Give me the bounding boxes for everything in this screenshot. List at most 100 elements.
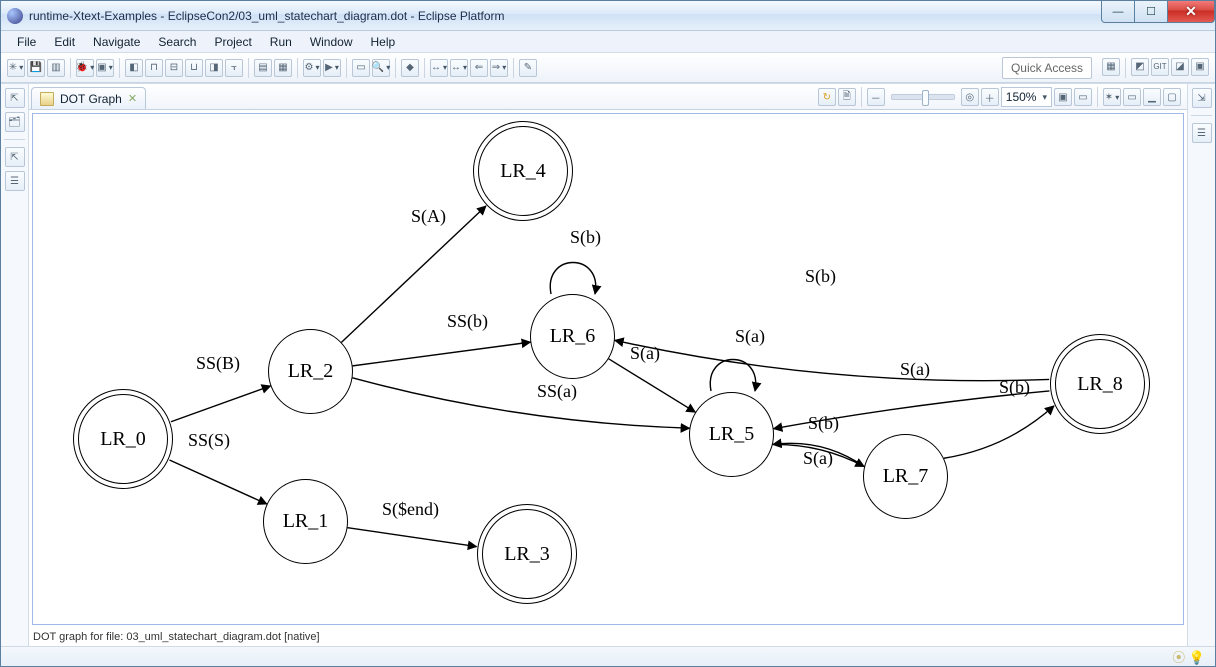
java-perspective-icon[interactable]: ▣ <box>1191 58 1209 76</box>
edge-LR_2-LR_5 <box>353 378 690 428</box>
tab-close-icon[interactable]: ✕ <box>128 92 137 105</box>
zoom-in-icon[interactable]: ＋ <box>981 88 999 106</box>
workarea: ⇱ 🗂 ⇱ ☰ DOT Graph ✕ ↻ 🗎 － ◎ <box>1 83 1215 646</box>
maximize-view-icon[interactable]: ▢ <box>1163 88 1181 106</box>
menu-help[interactable]: Help <box>363 33 404 51</box>
external-tools-icon[interactable]: ⚙ <box>303 59 321 77</box>
new-dropdown-icon[interactable]: ✳ <box>7 59 25 77</box>
align-center-h-icon[interactable]: ⊟ <box>165 59 183 77</box>
restore-view2-icon[interactable]: ⇱ <box>5 147 25 167</box>
zoom-combo[interactable]: 150% <box>1001 87 1052 107</box>
debug-perspective-icon[interactable]: ◪ <box>1171 58 1189 76</box>
refresh-icon[interactable]: ↻ <box>818 88 836 106</box>
pin-icon[interactable]: ✎ <box>519 59 537 77</box>
graph-node-LR_3[interactable]: LR_3 <box>482 509 572 599</box>
edge-label-LR_7-LR_8: S(b) <box>999 377 1030 398</box>
right-trim: ⇲ ☰ <box>1187 84 1215 646</box>
edge-label-LR_1-LR_3: S($end) <box>382 499 439 520</box>
toggle-mark-icon[interactable]: ◆ <box>401 59 419 77</box>
align-right-icon[interactable]: ◨ <box>205 59 223 77</box>
edge-LR_6-LR_5 <box>609 359 696 412</box>
eclipse-icon <box>7 8 23 24</box>
outline-view-icon[interactable]: ☰ <box>5 171 25 191</box>
package-explorer-icon[interactable]: 🗂 <box>5 112 25 132</box>
edge-label-LR_5-LR_5: S(a) <box>735 326 765 347</box>
edge-label-LR_2-LR_5: SS(a) <box>537 381 577 402</box>
edge-label-LR_7-LR_5: S(a) <box>803 448 833 469</box>
link-editor-icon[interactable]: ▭ <box>1123 88 1141 106</box>
open-type-icon[interactable]: ▭ <box>352 59 370 77</box>
graph-node-LR_1[interactable]: LR_1 <box>263 479 348 564</box>
plugin-perspective-icon[interactable]: ◩ <box>1131 58 1149 76</box>
zoom-width-icon[interactable]: ▭ <box>1074 88 1092 106</box>
run-dropdown-icon[interactable]: ▣ <box>96 59 114 77</box>
outline-right-icon[interactable]: ☰ <box>1192 123 1212 143</box>
align-top-icon[interactable]: ⊓ <box>145 59 163 77</box>
graph-node-LR_7[interactable]: LR_7 <box>863 434 948 519</box>
tip-icon[interactable]: ⦿ 💡 <box>1172 647 1205 666</box>
graph-node-LR_6[interactable]: LR_6 <box>530 294 615 379</box>
menu-search[interactable]: Search <box>150 33 204 51</box>
quick-access-field[interactable]: Quick Access <box>1002 57 1092 79</box>
align-left-icon[interactable]: ◧ <box>125 59 143 77</box>
eclipse-window: runtime-Xtext-Examples - EclipseCon2/03_… <box>0 0 1216 667</box>
graph-node-LR_0[interactable]: LR_0 <box>78 394 168 484</box>
save-icon[interactable]: 💾 <box>27 59 45 77</box>
open-perspective-icon[interactable]: ▦ <box>1102 58 1120 76</box>
edge-LR_7-LR_8 <box>944 406 1054 458</box>
minimize-button[interactable]: — <box>1101 1 1135 23</box>
edge-LR_0-LR_1 <box>169 460 266 504</box>
menu-file[interactable]: File <box>9 33 44 51</box>
maximize-button[interactable]: ☐ <box>1134 1 1168 23</box>
restore-view-icon[interactable]: ⇱ <box>5 88 25 108</box>
distribute-v-icon[interactable]: ▦ <box>274 59 292 77</box>
history-dropdown-icon[interactable]: ⇒ <box>490 59 508 77</box>
titlebar[interactable]: runtime-Xtext-Examples - EclipseCon2/03_… <box>1 1 1215 31</box>
edge-label-LR_0-LR_1: SS(S) <box>188 430 230 451</box>
menu-edit[interactable]: Edit <box>46 33 83 51</box>
nav-back-dropdown-icon[interactable]: ↔ <box>430 59 448 77</box>
edge-label-LR_2-LR_6: SS(b) <box>447 311 488 332</box>
align-center-v-icon[interactable]: ⫟ <box>225 59 243 77</box>
edge-label-LR_8-LR_6: S(b) <box>805 266 836 287</box>
align-bottom-icon[interactable]: ⊔ <box>185 59 203 77</box>
zoom-fit-icon[interactable]: ◎ <box>961 88 979 106</box>
menu-project[interactable]: Project <box>206 33 259 51</box>
zoom-out-icon[interactable]: － <box>867 88 885 106</box>
edge-LR_0-LR_2 <box>171 386 271 422</box>
git-perspective-icon[interactable]: GIT <box>1151 58 1169 76</box>
nav-fwd-dropdown-icon[interactable]: ↔ <box>450 59 468 77</box>
edge-label-LR_0-LR_2: SS(B) <box>196 353 240 374</box>
restore-right-icon[interactable]: ⇲ <box>1192 88 1212 108</box>
main-toolbar: ✳ 💾 ▥ 🐞 ▣ ◧ ⊓ ⊟ ⊔ ◨ ⫟ ▤ ▦ ⚙ ▶ ▭ 🔍 ◆ ↔ ↔ … <box>1 53 1215 83</box>
edge-label-LR_8-LR_5: S(a) <box>900 359 930 380</box>
layout-dropdown-icon[interactable]: ✶ <box>1103 88 1121 106</box>
dot-graph-icon <box>40 92 54 106</box>
edge-label-LR_6-LR_6: S(b) <box>570 227 601 248</box>
search-dropdown-icon[interactable]: 🔍 <box>372 59 390 77</box>
graph-node-LR_5[interactable]: LR_5 <box>689 392 774 477</box>
export-image-icon[interactable]: 🗎 <box>838 88 856 106</box>
edge-label-LR_6-LR_5: S(a) <box>630 343 660 364</box>
distribute-h-icon[interactable]: ▤ <box>254 59 272 77</box>
minimize-view-icon[interactable]: ▁ <box>1143 88 1161 106</box>
close-button[interactable]: ✕ <box>1167 1 1215 23</box>
graph-node-LR_2[interactable]: LR_2 <box>268 329 353 414</box>
menu-navigate[interactable]: Navigate <box>85 33 148 51</box>
graph-canvas[interactable]: LR_0 LR_1 LR_2 LR_3 LR_4 LR_5 LR_6 LR_7 LR_8 SS(B… <box>32 113 1184 625</box>
debug-dropdown-icon[interactable]: 🐞 <box>76 59 94 77</box>
edge-LR_1-LR_3 <box>348 528 477 547</box>
run-last-icon[interactable]: ▶ <box>323 59 341 77</box>
back-icon[interactable]: ⇐ <box>470 59 488 77</box>
zoom-page-icon[interactable]: ▣ <box>1054 88 1072 106</box>
tab-dot-graph[interactable]: DOT Graph ✕ <box>31 87 146 109</box>
graph-node-LR_8[interactable]: LR_8 <box>1055 339 1145 429</box>
zoom-slider[interactable] <box>891 94 955 100</box>
menubar: File Edit Navigate Search Project Run Wi… <box>1 31 1215 53</box>
graph-node-LR_4[interactable]: LR_4 <box>478 126 568 216</box>
menu-window[interactable]: Window <box>302 33 361 51</box>
zoom-thumb[interactable] <box>922 90 929 106</box>
menu-run[interactable]: Run <box>262 33 300 51</box>
edge-LR_6-LR_6 <box>550 263 595 295</box>
save-all-icon[interactable]: ▥ <box>47 59 65 77</box>
